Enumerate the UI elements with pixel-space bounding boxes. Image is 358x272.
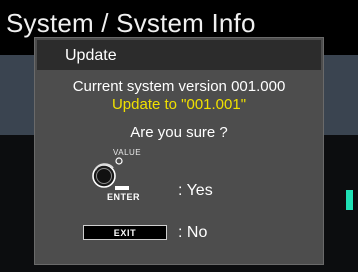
update-target-text: Update to "001.001" [111, 96, 247, 113]
enter-key-icon [115, 186, 129, 190]
dialog-title: Update [65, 47, 117, 64]
page-title: System / Svstem Info [6, 8, 256, 38]
screen: System / Svstem Info Update Current syst… [0, 0, 358, 272]
no-option: : No [178, 224, 208, 241]
exit-button[interactable]: EXIT [83, 225, 167, 240]
current-version-text: Current system version 001.000 [72, 78, 286, 95]
enter-label[interactable]: ENTER [107, 192, 140, 202]
yes-option: : Yes [178, 182, 213, 199]
update-dialog: Update Current system version 001.000 Up… [34, 37, 324, 265]
confirm-question: Are you sure ? [130, 124, 228, 141]
exit-button-label: EXIT [113, 227, 137, 238]
scroll-indicator [346, 190, 353, 210]
dialog-header: Update [37, 40, 321, 70]
